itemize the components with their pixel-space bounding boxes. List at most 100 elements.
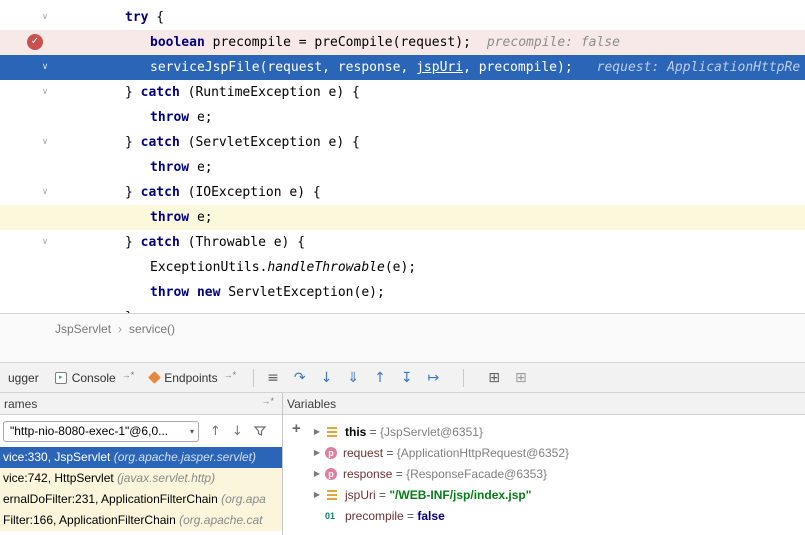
run-to-cursor-icon[interactable]: ↦ — [428, 371, 440, 385]
step-out-icon[interactable]: ↑ — [374, 371, 386, 385]
frames-list: vice:330, JspServlet (org.apache.jasper.… — [0, 447, 282, 535]
code-token: e; — [189, 160, 212, 175]
chevron-right-icon[interactable]: ▶ — [309, 427, 325, 436]
fold-icon[interactable]: ∨ — [38, 130, 52, 155]
breadcrumb-item-method[interactable]: service() — [129, 322, 175, 336]
chevron-right-icon[interactable]: ▶ — [309, 490, 325, 499]
code-line[interactable]: ExceptionUtils.handleThrowable(e); — [0, 255, 805, 280]
pin-icon: →* — [224, 370, 237, 380]
code-token: catch — [141, 235, 180, 250]
code-token: e; — [189, 210, 212, 225]
fold-icon[interactable]: ∨ — [38, 5, 52, 30]
code-line[interactable]: ∨serviceJspFile(request, response, jspUr… — [0, 55, 805, 80]
variable-row[interactable]: ▶this = {JspServlet@6351} — [309, 421, 805, 442]
debug-panels: rames →* "http-nio-8080-exec-1"@6,0... ▾… — [0, 393, 805, 535]
code-editor[interactable]: ∨try {✓boolean precompile = preCompile(r… — [0, 0, 805, 313]
variables-list: ▶this = {JspServlet@6351}▶prequest = {Ap… — [309, 415, 805, 526]
variable-value: "/WEB-INF/jsp/index.jsp" — [389, 488, 531, 502]
frame-row[interactable]: vice:742, HttpServlet (javax.servlet.htt… — [0, 468, 282, 489]
code-token: (IOException e) { — [180, 185, 321, 200]
code-token: } — [125, 135, 141, 150]
fold-icon[interactable]: ∨ — [38, 55, 52, 80]
variable-name: jspUri — [345, 488, 376, 502]
pin-icon[interactable]: →* — [261, 396, 274, 406]
code-token: jspUri — [416, 60, 463, 75]
code-line[interactable]: throw e; — [0, 155, 805, 180]
thread-dropdown[interactable]: "http-nio-8080-exec-1"@6,0... ▾ — [3, 421, 199, 442]
separator — [253, 369, 254, 387]
code-line[interactable]: throw e; — [0, 205, 805, 230]
frames-title: rames — [4, 397, 260, 411]
tab-debugger[interactable]: ugger — [0, 363, 47, 392]
fold-icon[interactable]: ∨ — [38, 180, 52, 205]
variables-title: Variables — [287, 397, 797, 411]
console-icon: ▸ — [55, 372, 67, 384]
restore-layout-icon[interactable]: ≡ — [267, 371, 279, 385]
drop-frame-icon[interactable]: ↧ — [401, 371, 413, 385]
step-into-icon[interactable]: ↓ — [321, 371, 333, 385]
parameter-icon: p — [325, 468, 337, 480]
breakpoint-icon[interactable]: ✓ — [27, 34, 43, 50]
layout-settings-icon[interactable]: ⊞ — [515, 371, 527, 385]
thread-name: "http-nio-8080-exec-1"@6,0... — [10, 424, 187, 438]
code-line[interactable]: ∨} catch (ServletException e) { — [0, 130, 805, 155]
breadcrumb-item-class[interactable]: JspServlet — [55, 322, 111, 336]
evaluate-expression-icon[interactable]: ⊞ — [488, 371, 500, 385]
step-over-icon[interactable]: ↷ — [294, 371, 306, 385]
tab-label: ugger — [8, 371, 39, 385]
code-token: , precompile); — [463, 60, 573, 75]
code-line[interactable]: ✓boolean precompile = preCompile(request… — [0, 30, 805, 55]
code-token: } — [125, 185, 141, 200]
code-token: precompile: false — [487, 35, 620, 50]
fold-icon[interactable]: ∨ — [38, 80, 52, 105]
variable-row[interactable]: 01precompile = false — [309, 505, 805, 526]
breadcrumb-separator-icon: › — [118, 322, 122, 336]
code-line[interactable]: ∨} catch (IOException e) { — [0, 180, 805, 205]
value-icon — [325, 426, 339, 438]
variable-name: request — [343, 446, 383, 460]
frames-toolbar: "http-nio-8080-exec-1"@6,0... ▾ ↑ ↓ — [0, 415, 282, 447]
prev-frame-button[interactable]: ↑ — [210, 424, 221, 439]
force-step-into-icon[interactable]: ⇓ — [347, 371, 359, 385]
equals: = — [366, 425, 380, 439]
filter-icon[interactable] — [254, 425, 266, 437]
frame-row[interactable]: ernalDoFilter:231, ApplicationFilterChai… — [0, 489, 282, 510]
equals: = — [392, 467, 406, 481]
chevron-right-icon[interactable]: ▶ — [309, 469, 325, 478]
tab-endpoints[interactable]: Endpoints →* — [142, 363, 244, 392]
tab-console[interactable]: ▸ Console →* — [47, 363, 143, 392]
code-token: (ServletException e) { — [180, 135, 360, 150]
next-frame-button[interactable]: ↓ — [232, 424, 243, 439]
code-token: throw — [150, 285, 189, 300]
endpoints-icon — [148, 371, 161, 384]
code-line[interactable]: throw new ServletException(e); — [0, 280, 805, 305]
chevron-right-icon[interactable]: ▶ — [309, 448, 325, 457]
pin-icon: →* — [122, 370, 135, 380]
code-line[interactable]: ∨} catch (Throwable e) { — [0, 230, 805, 255]
value-icon — [325, 489, 339, 501]
code-line[interactable]: ∨} catch (RuntimeException e) { — [0, 80, 805, 105]
variable-row[interactable]: ▶prequest = {ApplicationHttpRequest@6352… — [309, 442, 805, 463]
equals: = — [383, 446, 397, 460]
code-line[interactable]: throw e; — [0, 105, 805, 130]
fold-icon[interactable]: ∨ — [38, 230, 52, 255]
code-token: throw — [150, 210, 189, 225]
primitive-icon: 01 — [325, 510, 339, 522]
variable-row[interactable]: ▶jspUri = "/WEB-INF/jsp/index.jsp" — [309, 484, 805, 505]
add-watch-button[interactable]: + — [292, 421, 301, 436]
code-line[interactable]: ∨try { — [0, 5, 805, 30]
code-token — [189, 285, 197, 300]
code-token: ServletException(e); — [220, 285, 384, 300]
frame-location: ernalDoFilter:231, ApplicationFilterChai… — [3, 492, 221, 506]
variable-value: {ResponseFacade@6353} — [406, 467, 547, 481]
frame-row[interactable]: vice:330, JspServlet (org.apache.jasper.… — [0, 447, 282, 468]
code-line[interactable]: } — [0, 305, 805, 313]
frames-header: rames →* — [0, 393, 282, 415]
code-token: (Throwable e) { — [180, 235, 305, 250]
variable-name: response — [343, 467, 392, 481]
variable-row[interactable]: ▶p response = {ResponseFacade@6353} — [309, 463, 805, 484]
frame-row[interactable]: Filter:166, ApplicationFilterChain (org.… — [0, 510, 282, 531]
code-token: (e); — [385, 260, 416, 275]
code-token: new — [197, 285, 220, 300]
code-token: catch — [141, 85, 180, 100]
